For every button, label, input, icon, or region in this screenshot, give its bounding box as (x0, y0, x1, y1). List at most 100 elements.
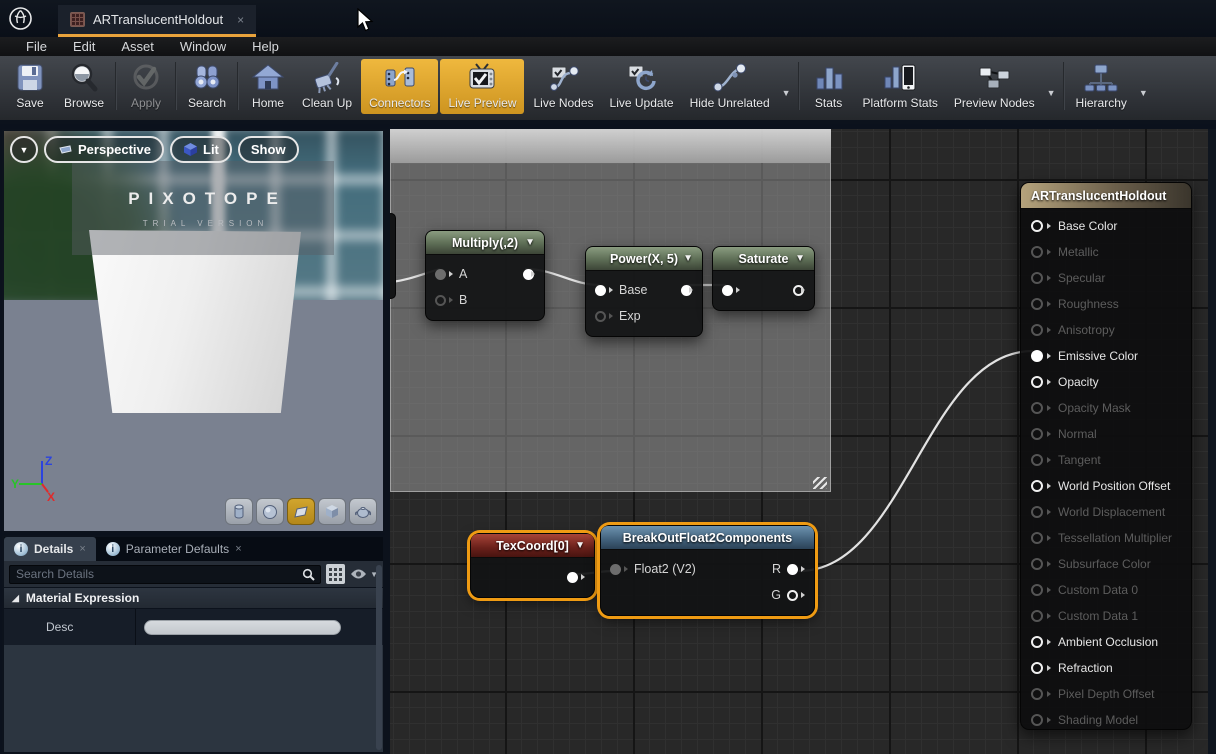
pin-power-out[interactable] (681, 285, 693, 296)
shape-teapot-button[interactable] (349, 498, 377, 525)
menu-item[interactable]: Edit (61, 39, 107, 54)
hide-unrelated-icon (712, 62, 748, 94)
live-update-button[interactable]: Live Update (602, 58, 682, 114)
details-search-row: ▼ (4, 561, 383, 587)
material-pin-row[interactable]: World Position Offset (1021, 473, 1191, 499)
stats-button[interactable]: Stats (803, 58, 855, 114)
tab-details[interactable]: i Details × (4, 537, 96, 561)
live-nodes-icon (546, 62, 582, 94)
material-pin-row[interactable]: Pixel Depth Offset (1021, 681, 1191, 707)
hierarchy-button[interactable]: Hierarchy (1068, 58, 1135, 114)
connectors-button[interactable]: Connectors (361, 59, 438, 114)
chevron-down-icon[interactable]: ▼ (525, 237, 535, 248)
viewport-options-button[interactable]: ▼ (10, 136, 38, 163)
material-graph-canvas[interactable]: Multiply(,2)▼ A B Power(X, 5)▼ Base (390, 129, 1216, 754)
material-pin-row[interactable]: Opacity (1021, 369, 1191, 395)
hide-unrelated-button[interactable]: Hide Unrelated (682, 58, 778, 114)
chevron-down-icon[interactable]: ▼ (1043, 88, 1060, 98)
platform-stats-button[interactable]: Platform Stats (855, 58, 946, 114)
shape-sphere-button[interactable] (256, 498, 284, 525)
browse-button[interactable]: Browse (56, 58, 112, 114)
lit-button[interactable]: Lit (170, 136, 232, 163)
material-pin-row[interactable]: Metallic (1021, 239, 1191, 265)
pin-saturate-out[interactable] (793, 285, 805, 296)
show-button[interactable]: Show (238, 136, 299, 163)
search-input[interactable] (10, 567, 320, 581)
material-pin-row[interactable]: Base Color (1021, 213, 1191, 239)
pin-saturate-in[interactable] (713, 277, 814, 303)
shape-plane-button[interactable] (287, 498, 315, 525)
pin-multiply-a[interactable]: A (426, 261, 544, 287)
pin-multiply-out[interactable] (523, 269, 535, 280)
material-pin-row[interactable]: World Displacement (1021, 499, 1191, 525)
material-pin-row[interactable]: Custom Data 1 (1021, 603, 1191, 629)
node-texcoord[interactable]: TexCoord[0]▼ (470, 533, 595, 598)
info-icon: i (14, 542, 28, 556)
apply-button[interactable]: Apply (120, 58, 172, 114)
material-pin-row[interactable]: Tangent (1021, 447, 1191, 473)
node-multiply[interactable]: Multiply(,2)▼ A B (425, 230, 545, 321)
menu-item[interactable]: Help (240, 39, 291, 54)
material-pin-row[interactable]: Anisotropy (1021, 317, 1191, 343)
material-pin-row[interactable]: Opacity Mask (1021, 395, 1191, 421)
preview-shape-buttons (225, 498, 377, 525)
offscreen-node-edge[interactable] (390, 213, 396, 299)
property-matrix-button[interactable] (326, 564, 345, 584)
pin-power-base[interactable]: Base (586, 277, 702, 303)
node-saturate[interactable]: Saturate▼ (712, 246, 815, 311)
shape-cylinder-button[interactable] (225, 498, 253, 525)
material-pin-row[interactable]: Emissive Color (1021, 343, 1191, 369)
chevron-down-icon[interactable]: ▼ (683, 253, 693, 264)
close-icon[interactable]: × (79, 543, 85, 555)
node-power[interactable]: Power(X, 5)▼ Base Exp (585, 246, 703, 337)
close-icon[interactable]: × (235, 543, 241, 555)
chevron-down-icon[interactable]: ▼ (795, 253, 805, 264)
material-editor-window: ARTranslucentHoldout × FileEditAssetWind… (0, 0, 1216, 754)
chevron-down-icon[interactable]: ▼ (1135, 88, 1152, 98)
pin-power-exp[interactable]: Exp (586, 303, 702, 329)
menu-item[interactable]: Asset (109, 39, 166, 54)
pin-breakout-r[interactable]: R (772, 562, 805, 576)
pixotope-brand: PIXOTOPE (119, 189, 287, 209)
tab-parameter-defaults[interactable]: i Parameter Defaults × (96, 537, 252, 561)
chevron-down-icon[interactable]: ▼ (778, 88, 795, 98)
home-button[interactable]: Home (242, 58, 294, 114)
material-pin-row[interactable]: Roughness (1021, 291, 1191, 317)
view-options-button[interactable]: ▼ (350, 568, 378, 580)
category-material-expression[interactable]: ◢ Material Expression (4, 587, 383, 609)
details-scrollbar[interactable] (376, 565, 382, 750)
node-material-result[interactable]: ARTranslucentHoldout Base Color Metallic… (1020, 182, 1192, 730)
chevron-down-icon[interactable]: ▼ (575, 540, 585, 551)
asset-tab[interactable]: ARTranslucentHoldout × (58, 5, 256, 37)
material-pin-row[interactable]: Refraction (1021, 655, 1191, 681)
material-pin-row[interactable]: Ambient Occlusion (1021, 629, 1191, 655)
material-pin-row[interactable]: Subsurface Color (1021, 551, 1191, 577)
pin-multiply-b[interactable]: B (426, 287, 544, 313)
menu-item[interactable]: Window (168, 39, 238, 54)
material-pin-row[interactable]: Tessellation Multiplier (1021, 525, 1191, 551)
live-preview-button[interactable]: Live Preview (440, 59, 524, 114)
save-button[interactable]: Save (4, 58, 56, 114)
menu-item[interactable]: File (14, 39, 59, 54)
preview-nodes-button[interactable]: Preview Nodes (946, 58, 1043, 114)
comment-title-bar[interactable] (390, 129, 831, 163)
node-breakout-float2[interactable]: BreakOutFloat2Components Float2 (V2) R G (600, 525, 815, 616)
pin-breakout-float2-in[interactable]: Float2 (V2) R (601, 556, 814, 582)
perspective-button[interactable]: Perspective (44, 136, 164, 163)
material-pin-row[interactable]: Shading Model (1021, 707, 1191, 733)
desc-input[interactable] (144, 620, 341, 635)
search-button[interactable]: Search (180, 58, 234, 114)
comment-resize-grip[interactable] (813, 477, 827, 489)
material-pin-row[interactable]: Normal (1021, 421, 1191, 447)
pin-breakout-g[interactable]: G (601, 582, 814, 608)
material-pin-row[interactable]: Custom Data 0 (1021, 577, 1191, 603)
material-pin-row[interactable]: Specular (1021, 265, 1191, 291)
preview-viewport[interactable]: PIXOTOPE TRIAL VERSION ▼ Perspective Lit (2, 129, 385, 533)
live-nodes-button[interactable]: Live Nodes (525, 58, 601, 114)
clean-up-button[interactable]: Clean Up (294, 58, 360, 114)
tab-close-icon[interactable]: × (237, 13, 244, 27)
pin-texcoord-out[interactable] (471, 564, 594, 590)
perspective-icon (57, 144, 73, 156)
search-details-field[interactable] (9, 565, 321, 584)
shape-cube-button[interactable] (318, 498, 346, 525)
